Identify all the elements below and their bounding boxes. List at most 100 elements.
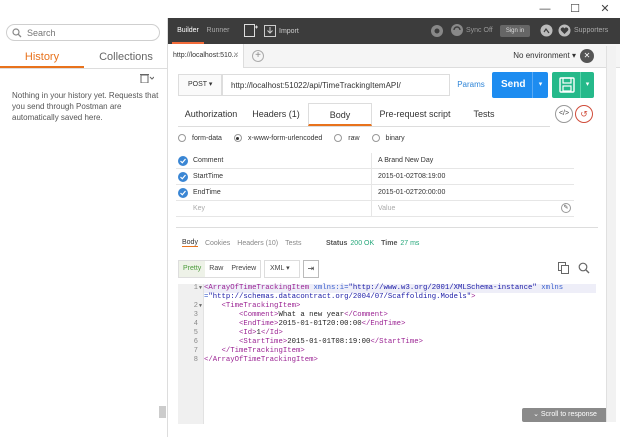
body-type-options: form-data x-www-form-urlencoded raw bina… <box>178 132 405 144</box>
search-box[interactable] <box>6 24 160 41</box>
params-button[interactable]: Params <box>452 74 490 96</box>
resp-tab-tests[interactable]: Tests <box>285 240 301 247</box>
checkbox-checked-icon[interactable] <box>178 156 188 166</box>
format-preview[interactable]: Preview <box>227 261 260 277</box>
interceptor-icon[interactable] <box>430 24 444 38</box>
supporters-link[interactable]: Supporters <box>574 18 608 44</box>
tab-body[interactable]: Body <box>308 103 372 126</box>
tab-pre-request-script[interactable]: Pre-request script <box>372 103 458 126</box>
minimize-button[interactable]: — <box>535 0 555 18</box>
radio-binary[interactable] <box>371 134 380 142</box>
value-placeholder[interactable]: Value <box>378 201 395 217</box>
heart-icon[interactable] <box>558 24 571 37</box>
param-row: Comment A Brand New Day <box>176 153 574 169</box>
save-button[interactable]: ▾ <box>552 72 594 98</box>
request-tab-label: http://localhost:510... <box>173 52 238 59</box>
param-row: StartTime 2015-01-02T08:19:00 <box>176 169 574 185</box>
code-line: <Id>1</Id> <box>239 329 283 337</box>
language-select[interactable]: XML ▾ <box>264 260 300 278</box>
history-empty-message: Nothing in your history yet. Requests th… <box>12 91 159 122</box>
environment-settings-icon[interactable]: ✕ <box>580 49 594 63</box>
search-response-icon[interactable] <box>578 262 590 274</box>
radio-urlencoded[interactable] <box>233 134 242 142</box>
param-key[interactable]: Comment <box>193 153 223 169</box>
send-dropdown-icon[interactable]: ▾ <box>532 72 548 98</box>
tab-collections[interactable]: Collections <box>84 48 168 68</box>
close-tab-icon[interactable]: ✕ <box>233 44 239 68</box>
chevron-down-icon: ⌄ <box>533 411 541 418</box>
resp-tab-body[interactable]: Body <box>182 239 198 247</box>
line-number: 4 <box>193 320 198 328</box>
format-pretty[interactable]: Pretty <box>179 261 206 277</box>
method-select[interactable]: POST ▾ <box>178 74 222 96</box>
main-scrollbar[interactable] <box>606 46 616 422</box>
fold-toggle-icon[interactable]: ▼ <box>198 302 203 311</box>
maximize-button[interactable]: ☐ <box>565 0 585 18</box>
new-window-icon[interactable] <box>244 24 258 37</box>
resp-tab-cookies[interactable]: Cookies <box>205 240 230 247</box>
format-bar: Pretty Raw Preview <box>178 260 262 278</box>
save-dropdown-icon[interactable]: ▾ <box>580 72 594 98</box>
request-tab-strip: http://localhost:510... ✕ + No environme… <box>168 44 620 68</box>
resp-tab-headers[interactable]: Headers (10) <box>237 240 278 247</box>
tab-tests[interactable]: Tests <box>458 103 510 126</box>
response-tabs: Body Cookies Headers (10) Tests <box>182 237 301 249</box>
search-input[interactable] <box>27 26 153 39</box>
sync-icon <box>450 23 464 37</box>
param-value[interactable]: 2015-01-02T20:00:00 <box>378 185 445 201</box>
tab-headers[interactable]: Headers (1) <box>244 103 308 126</box>
copy-icon[interactable] <box>558 262 569 274</box>
time-label: Time <box>381 239 398 247</box>
param-value[interactable]: 2015-01-02T08:19:00 <box>378 169 445 185</box>
request-tab[interactable]: http://localhost:510... ✕ <box>168 44 244 68</box>
environment-select[interactable]: No environment ▾ <box>510 49 576 63</box>
body-type-raw[interactable]: raw <box>334 132 360 144</box>
radio-form-data[interactable] <box>178 134 186 142</box>
sidebar: History Collections Nothing in your hist… <box>0 18 168 437</box>
import-icon <box>264 25 276 37</box>
tab-history[interactable]: History <box>0 48 84 68</box>
sidebar-scrollbar[interactable] <box>159 406 166 418</box>
close-window-button[interactable]: ✕ <box>595 0 615 18</box>
sidebar-divider <box>0 68 168 69</box>
fold-toggle-icon[interactable]: ▼ <box>198 284 203 293</box>
checkbox-checked-icon[interactable] <box>178 172 188 182</box>
bulk-edit-icon[interactable]: ✎ <box>561 203 571 213</box>
code-line: </ArrayOfTimeTrackingItem> <box>204 356 318 364</box>
reset-icon[interactable]: ↺ <box>575 105 593 123</box>
add-tab-icon[interactable]: + <box>252 50 264 62</box>
body-type-form-data[interactable]: form-data <box>178 132 222 144</box>
body-type-urlencoded[interactable]: x-www-form-urlencoded <box>233 132 322 144</box>
top-header: Builder Runner Import Sync Off Sign in S… <box>168 18 620 44</box>
tab-authorization[interactable]: Authorization <box>178 103 244 126</box>
param-value[interactable]: A Brand New Day <box>378 153 433 169</box>
save-icon <box>559 77 575 93</box>
send-button[interactable]: Send ▾ <box>492 72 548 98</box>
param-key[interactable]: EndTime <box>193 185 221 201</box>
body-type-binary[interactable]: binary <box>371 132 405 144</box>
signin-button[interactable]: Sign in <box>500 25 530 37</box>
code-line: <EndTime>2015-01-01T20:00:00</EndTime> <box>239 320 406 328</box>
tab-builder[interactable]: Builder <box>172 18 204 44</box>
status-value: 200 OK <box>350 239 375 247</box>
scroll-to-response-button[interactable]: ⌄ Scroll to response <box>522 408 608 422</box>
line-number: 8 <box>193 356 198 364</box>
key-placeholder[interactable]: Key <box>193 201 205 217</box>
wrap-lines-icon[interactable]: ⇥ <box>303 260 319 278</box>
tab-runner[interactable]: Runner <box>204 18 232 44</box>
url-input[interactable] <box>222 74 450 96</box>
code-line: ="http://schemas.datacontract.org/2004/0… <box>204 293 476 301</box>
trash-icon[interactable] <box>140 73 154 83</box>
sync-status[interactable]: Sync Off <box>450 23 493 37</box>
line-number: 2 <box>193 302 198 310</box>
line-number: 3 <box>193 311 198 319</box>
line-number: 6 <box>193 338 198 346</box>
checkbox-checked-icon[interactable] <box>178 188 188 198</box>
settings-icon[interactable] <box>540 24 553 37</box>
generate-code-button[interactable]: </> <box>555 105 573 123</box>
format-raw[interactable]: Raw <box>205 261 227 277</box>
radio-raw[interactable] <box>334 134 343 142</box>
code-line: <ArrayOfTimeTrackingItem xmlns:i="http:/… <box>204 284 564 292</box>
param-key[interactable]: StartTime <box>193 169 223 185</box>
import-button[interactable]: Import <box>264 23 299 39</box>
